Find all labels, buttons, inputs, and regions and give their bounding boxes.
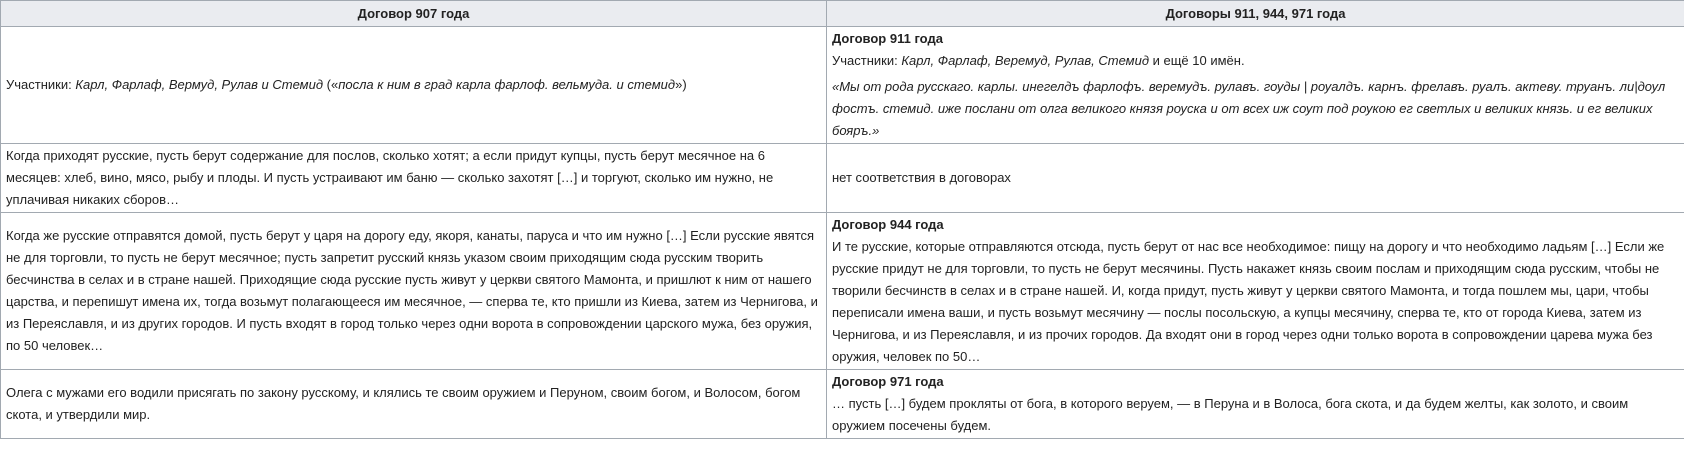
column-header-911-944-971: Договоры 911, 944, 971 года	[826, 0, 1684, 27]
treaty-text-971: … пусть […] будем прокляты от бога, в ко…	[832, 396, 1629, 433]
subheading-911: Договор 911 года	[832, 31, 943, 46]
participants-prefix: Участники:	[6, 77, 76, 92]
treaties-comparison-table: Договор 907 года Договоры 911, 944, 971 …	[0, 0, 1684, 439]
column-header-907: Договор 907 года	[0, 0, 827, 27]
cell-text-907: Когда же русские отправятся домой, пусть…	[0, 212, 827, 370]
subheading-944: Договор 944 года	[832, 217, 944, 232]
cell-text-907: Олега с мужами его водили присягать по з…	[0, 369, 827, 439]
table-row: Олега с мужами его водили присягать по з…	[0, 369, 1684, 439]
table-row: Участники: Карл, Фарлаф, Вермуд, Рулав и…	[0, 26, 1684, 144]
participants-names: Карл, Фарлаф, Веремуд, Рулав, Стемид	[901, 53, 1150, 68]
header-row: Договор 907 года Договоры 911, 944, 971 …	[0, 0, 1684, 27]
cell-text-907: Когда приходят русские, пусть берут соде…	[0, 143, 827, 213]
table-row: Когда приходят русские, пусть берут соде…	[0, 143, 1684, 213]
cell-no-match: нет соответствия в договорах	[826, 143, 1684, 213]
participants-prefix: Участники:	[832, 53, 902, 68]
participants-open-quote: («	[323, 77, 339, 92]
participants-close-quote: »)	[675, 77, 687, 92]
cell-participants-907: Участники: Карл, Фарлаф, Вермуд, Рулав и…	[0, 26, 827, 144]
treaty-text-944: И те русские, которые отправляются отсюд…	[832, 239, 1665, 364]
treaty-quote-911: «Мы от рода русскаго. карлы. инегелдъ фа…	[832, 79, 1666, 138]
cell-text-971: Договор 971 года … пусть […] будем прокл…	[826, 369, 1684, 439]
participants-quote: посла к ним в град карла фарлоф. вельмуд…	[338, 77, 676, 92]
participants-names: Карл, Фарлаф, Вермуд, Рулав и Стемид	[75, 77, 324, 92]
subheading-971: Договор 971 года	[832, 374, 944, 389]
participants-suffix: и ещё 10 имён.	[1149, 53, 1245, 68]
cell-participants-911: Договор 911 года Участники: Карл, Фарлаф…	[826, 26, 1684, 144]
table-row: Когда же русские отправятся домой, пусть…	[0, 212, 1684, 370]
cell-text-944: Договор 944 года И те русские, которые о…	[826, 212, 1684, 370]
